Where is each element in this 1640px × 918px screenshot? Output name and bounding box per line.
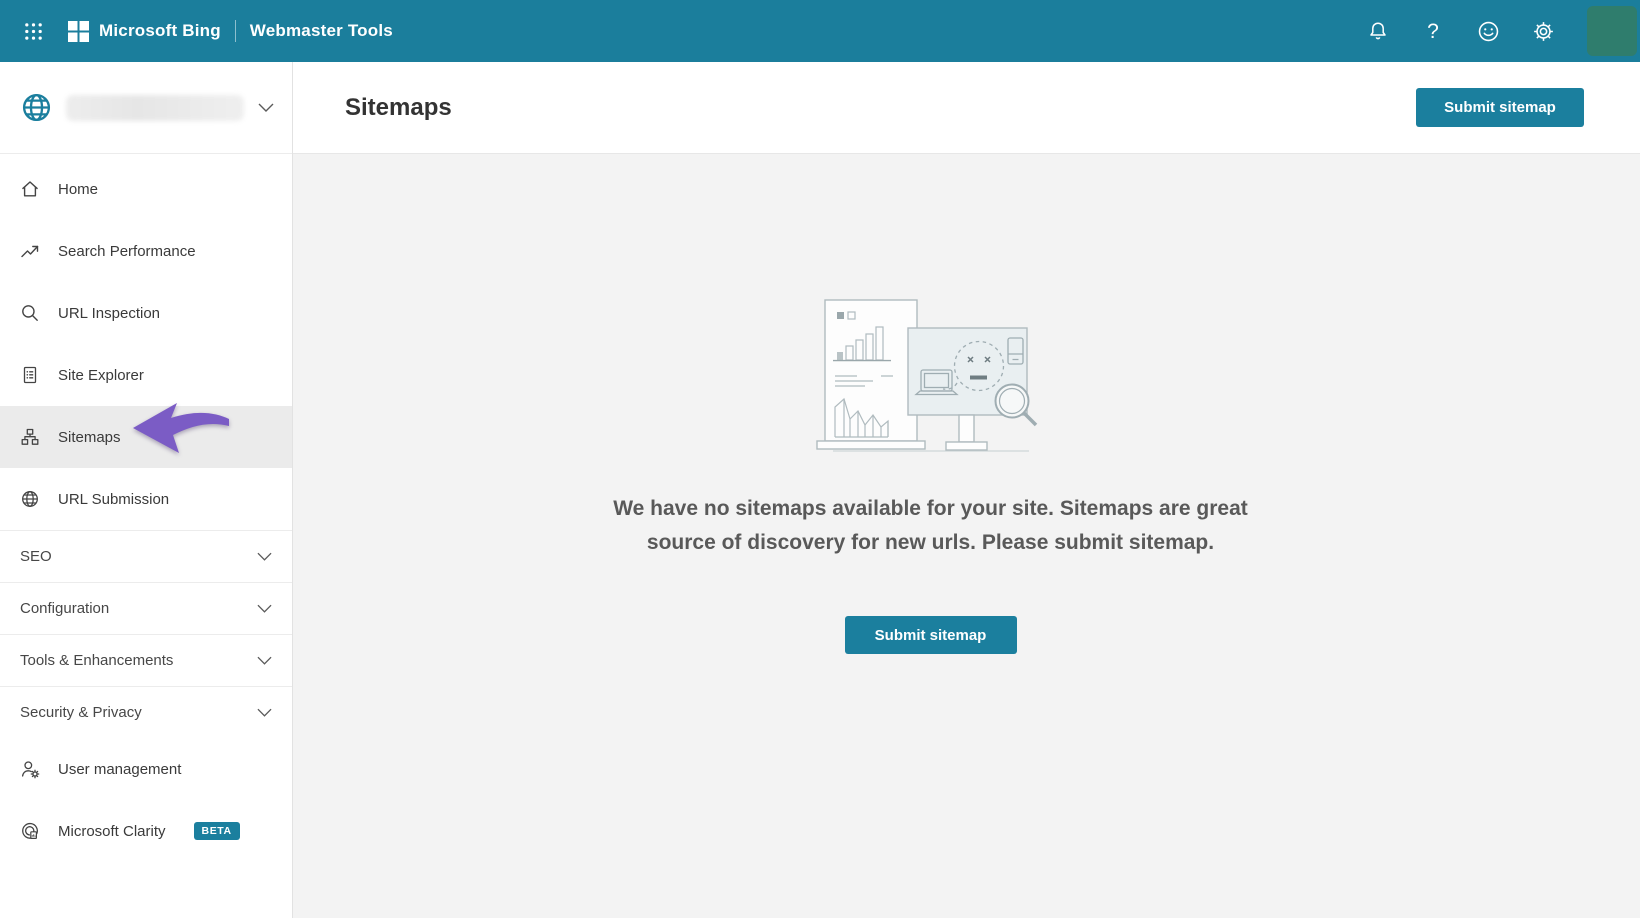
sidebar-group-configuration[interactable]: Configuration	[0, 582, 292, 634]
smiley-icon	[1476, 19, 1501, 44]
product-name: Webmaster Tools	[250, 21, 393, 41]
chevron-down-icon	[257, 656, 272, 665]
help-button[interactable]: ?	[1416, 14, 1450, 48]
waffle-menu-button[interactable]	[16, 14, 50, 48]
chevron-down-icon	[257, 708, 272, 717]
question-mark-icon: ?	[1427, 21, 1439, 42]
sitemap-icon	[20, 427, 40, 447]
brand-divider	[235, 20, 236, 42]
beta-badge: BETA	[194, 822, 240, 840]
sidebar-item-url-submission[interactable]: URL Submission	[0, 468, 292, 530]
sidebar-nav: Home Search Performance URL Inspection	[0, 154, 292, 862]
sidebar-item-user-management[interactable]: User management	[0, 738, 292, 800]
topbar-actions: ?	[1361, 6, 1640, 56]
gear-icon	[1531, 19, 1556, 44]
chevron-down-icon	[258, 103, 274, 112]
main-header: Sitemaps Submit sitemap	[293, 62, 1640, 154]
person-gear-icon	[20, 759, 40, 779]
avatar[interactable]	[1587, 6, 1637, 56]
sidebar-group-label: Configuration	[20, 600, 109, 617]
sidebar-group-tools-enhancements[interactable]: Tools & Enhancements	[0, 634, 292, 686]
sidebar-item-url-inspection[interactable]: URL Inspection	[0, 282, 292, 344]
brand-lockup[interactable]: Microsoft Bing Webmaster Tools	[68, 20, 393, 42]
page-title: Sitemaps	[345, 94, 452, 122]
main-content: Sitemaps Submit sitemap	[293, 62, 1640, 918]
notifications-button[interactable]	[1361, 14, 1395, 48]
waffle-icon	[23, 21, 44, 42]
chevron-down-icon	[257, 552, 272, 561]
document-list-icon	[20, 365, 40, 385]
submit-sitemap-button-header[interactable]: Submit sitemap	[1416, 88, 1584, 127]
sidebar-item-label: Site Explorer	[58, 367, 144, 384]
sidebar-item-label: URL Submission	[58, 491, 169, 508]
home-icon	[20, 179, 40, 199]
magnifier-icon	[20, 303, 40, 323]
sidebar-item-microsoft-clarity[interactable]: Microsoft Clarity BETA	[0, 800, 292, 862]
sidebar-group-label: SEO	[20, 548, 52, 565]
microsoft-logo-icon	[68, 21, 89, 42]
sidebar-item-sitemaps[interactable]: Sitemaps	[0, 406, 292, 468]
globe-icon	[20, 489, 40, 509]
top-bar: Microsoft Bing Webmaster Tools ?	[0, 0, 1640, 62]
sitemaps-empty-state: We have no sitemaps available for your s…	[293, 154, 1640, 654]
sidebar-item-label: Home	[58, 181, 98, 198]
site-name-redacted	[66, 95, 244, 121]
empty-state-illustration	[815, 288, 1047, 464]
sidebar-item-label: Search Performance	[58, 243, 196, 260]
submit-sitemap-button-empty-state[interactable]: Submit sitemap	[845, 616, 1017, 654]
chevron-down-icon	[257, 604, 272, 613]
sidebar-group-security-privacy[interactable]: Security & Privacy	[0, 686, 292, 738]
sidebar-item-label: Sitemaps	[58, 429, 121, 446]
sidebar-item-site-explorer[interactable]: Site Explorer	[0, 344, 292, 406]
globe-icon	[20, 91, 53, 124]
brand-name: Microsoft Bing	[99, 21, 221, 41]
sidebar-item-home[interactable]: Home	[0, 158, 292, 220]
sidebar: Home Search Performance URL Inspection	[0, 62, 293, 918]
site-selector[interactable]	[0, 62, 292, 154]
empty-state-message: We have no sitemaps available for your s…	[611, 492, 1251, 560]
sidebar-group-label: Tools & Enhancements	[20, 652, 173, 669]
sidebar-group-label: Security & Privacy	[20, 704, 142, 721]
settings-button[interactable]	[1526, 14, 1560, 48]
trending-up-icon	[20, 241, 40, 261]
bell-icon	[1366, 19, 1390, 43]
feedback-button[interactable]	[1471, 14, 1505, 48]
sidebar-item-label: Microsoft Clarity	[58, 823, 166, 840]
clarity-icon	[20, 821, 40, 841]
sidebar-item-label: URL Inspection	[58, 305, 160, 322]
sidebar-item-search-performance[interactable]: Search Performance	[0, 220, 292, 282]
sidebar-group-seo[interactable]: SEO	[0, 530, 292, 582]
sidebar-item-label: User management	[58, 761, 181, 778]
